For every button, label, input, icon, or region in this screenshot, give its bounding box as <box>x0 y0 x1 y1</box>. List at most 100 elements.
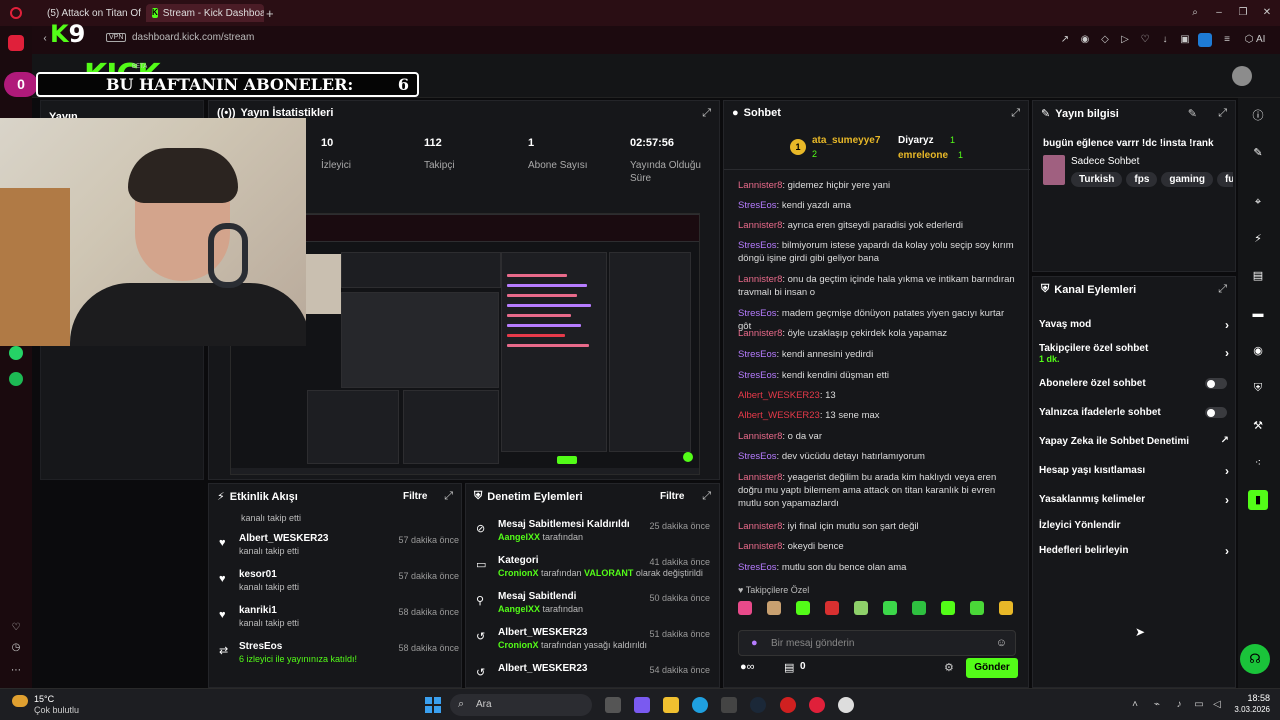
expand-icon[interactable]: ⤢ <box>1218 107 1227 120</box>
activity-filter-button[interactable]: Filtre <box>403 491 427 502</box>
emote[interactable] <box>854 601 868 615</box>
send-button[interactable]: Gönder <box>966 658 1018 678</box>
stream-manager-icon[interactable]: ▮ <box>1248 490 1268 510</box>
chat-message-list[interactable]: Lannister8: gidemez hiçbir yere yani Stre… <box>724 175 1030 579</box>
steam-icon[interactable] <box>750 697 766 713</box>
taskbar-search[interactable]: ⌕ Ara <box>450 694 592 716</box>
clock-icon[interactable]: ◷ <box>11 643 21 653</box>
maximize-icon[interactable]: ❐ <box>1238 8 1248 18</box>
pen-icon[interactable]: ✎ <box>1248 143 1268 163</box>
back-icon[interactable]: ‹ <box>40 34 50 44</box>
banned-words-item[interactable]: Yasaklanmış kelimeler › <box>1039 493 1229 507</box>
search-icon[interactable]: ⌕ <box>1190 8 1200 18</box>
share-icon[interactable]: ↗ <box>1060 35 1070 45</box>
raid-item[interactable]: İzleyici Yönlendir <box>1039 520 1227 531</box>
profile-icon[interactable] <box>1198 33 1212 47</box>
chat-username[interactable]: StresEos <box>738 240 777 251</box>
whatsapp-icon[interactable] <box>9 346 23 360</box>
emote[interactable] <box>941 601 955 615</box>
network-icon[interactable]: ⌁ <box>1152 700 1162 710</box>
top-user-3[interactable]: emreleone <box>898 150 948 161</box>
bolt-icon[interactable]: ⚡ <box>1248 229 1268 249</box>
file-explorer-icon[interactable] <box>663 697 679 713</box>
emote[interactable] <box>999 601 1013 615</box>
clock-time[interactable]: 18:58 <box>1238 693 1270 703</box>
copilot-icon[interactable] <box>634 697 650 713</box>
app-icon[interactable] <box>780 697 796 713</box>
opera-icon[interactable] <box>809 697 825 713</box>
emote[interactable] <box>912 601 926 615</box>
chat-username[interactable]: Lannister8 <box>738 472 782 483</box>
chat-username[interactable]: StresEos <box>738 200 777 211</box>
emoji-icon[interactable]: ☺ <box>996 637 1007 649</box>
followers-only-item[interactable]: Takipçilere özel sohbet 1 dk. › <box>1039 343 1229 364</box>
slow-mode-item[interactable]: Yavaş mod › <box>1039 318 1229 332</box>
spotify-icon[interactable] <box>9 372 23 386</box>
top-user-1[interactable]: ata_sumeyye7 <box>812 135 880 146</box>
chat-username[interactable]: Lannister8 <box>738 328 782 339</box>
account-age-item[interactable]: Hesap yaşı kısıtlaması › <box>1039 464 1229 478</box>
windows-start-icon[interactable] <box>425 697 441 713</box>
chat-username[interactable]: StresEos <box>738 308 777 319</box>
chat-username[interactable]: StresEos <box>738 562 777 573</box>
chat-username[interactable]: StresEos <box>738 451 777 462</box>
store-icon[interactable] <box>721 697 737 713</box>
ai-moderation-item[interactable]: Yapay Zeka ile Sohbet Denetimi ↗ <box>1039 435 1229 447</box>
more-icon[interactable]: ⋯ <box>11 666 21 676</box>
edit-icon[interactable]: ✎ <box>1188 107 1197 120</box>
chat-username[interactable]: StresEos <box>738 349 777 360</box>
document-icon[interactable]: ▤ <box>1248 266 1268 286</box>
broadcast-icon[interactable]: ◉ <box>1248 341 1268 361</box>
extensions-icon[interactable]: ▣ <box>1180 35 1190 45</box>
points-icon[interactable]: ●∞ <box>740 661 755 673</box>
avatar[interactable] <box>1232 66 1252 86</box>
menu-icon[interactable]: ≡ <box>1222 35 1232 45</box>
chevron-up-icon[interactable]: ˄ <box>1130 700 1140 710</box>
minimize-icon[interactable]: – <box>1214 8 1224 18</box>
emote[interactable] <box>738 601 752 615</box>
close-icon[interactable]: ✕ <box>1262 8 1272 18</box>
wrench-icon[interactable]: ⚒ <box>1248 416 1268 436</box>
chat-username[interactable]: Lannister8 <box>738 180 782 191</box>
shield-icon[interactable]: ◇ <box>1100 35 1110 45</box>
chat-username[interactable]: Albert_WESKER23 <box>738 410 820 421</box>
chat-username[interactable]: Lannister8 <box>738 274 782 285</box>
task-view-icon[interactable] <box>605 697 621 713</box>
gift-icon[interactable]: ▤ <box>784 661 794 674</box>
expand-icon[interactable]: ⤢ <box>702 490 711 503</box>
emote[interactable] <box>767 601 781 615</box>
display-icon[interactable]: ▭ <box>1194 700 1204 710</box>
info-icon[interactable]: ⓘ <box>1248 106 1268 126</box>
tag[interactable]: Turkish <box>1071 172 1123 187</box>
emote[interactable] <box>796 601 810 615</box>
emote[interactable] <box>883 601 897 615</box>
vpn-badge[interactable]: VPN <box>106 33 127 42</box>
moderation-filter-button[interactable]: Filtre <box>660 491 684 502</box>
mic-icon[interactable]: ♪ <box>1174 700 1184 710</box>
top-user-2[interactable]: Diyaryz <box>898 135 934 146</box>
heart-icon[interactable]: ♡ <box>1140 35 1150 45</box>
volume-icon[interactable]: ◁ <box>1212 700 1222 710</box>
heart-icon[interactable]: ♡ <box>11 623 21 633</box>
emote[interactable] <box>825 601 839 615</box>
ai-button[interactable]: AI <box>1256 34 1265 45</box>
chat-username[interactable]: Lannister8 <box>738 521 782 532</box>
chat-username[interactable]: Lannister8 <box>738 431 782 442</box>
tag[interactable]: gaming <box>1161 172 1213 187</box>
shield-icon[interactable]: ⛨ <box>1248 378 1268 398</box>
opera-logo-icon[interactable] <box>10 7 22 19</box>
camera-icon[interactable]: ◉ <box>1080 35 1090 45</box>
play-icon[interactable]: ▷ <box>1120 35 1130 45</box>
chat-username[interactable]: Albert_WESKER23 <box>738 390 820 401</box>
expand-icon[interactable]: ⤢ <box>702 107 711 120</box>
chat-icon[interactable]: ▬ <box>1248 304 1268 324</box>
chat-username[interactable]: StresEos <box>738 370 777 381</box>
home-icon[interactable] <box>8 35 24 51</box>
tag[interactable]: fps <box>1126 172 1158 187</box>
emote-only-toggle[interactable] <box>1205 407 1227 418</box>
chat-username[interactable]: Lannister8 <box>738 220 782 231</box>
app-icon[interactable] <box>838 697 854 713</box>
dots-icon[interactable]: ⁖ <box>1248 453 1268 473</box>
expand-icon[interactable]: ⤢ <box>1218 283 1227 296</box>
help-icon[interactable]: ☊ <box>1240 644 1270 674</box>
